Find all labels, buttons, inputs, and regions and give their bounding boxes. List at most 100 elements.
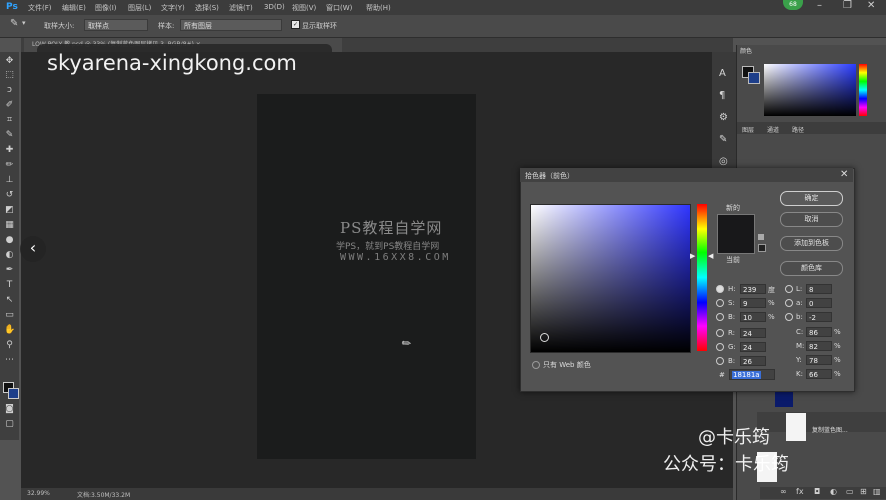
restore-icon[interactable]: ❐ <box>843 0 852 11</box>
sample-select[interactable]: 所有图层 <box>180 19 282 31</box>
eyedropper-icon[interactable]: ✎ <box>4 130 15 141</box>
h-field[interactable]: 239 <box>740 284 766 294</box>
type-tool-icon[interactable]: T <box>4 280 15 291</box>
lasso-tool-icon[interactable]: ↄ <box>4 85 15 96</box>
radio-g[interactable] <box>716 343 724 351</box>
menu-edit[interactable]: 编辑(E) <box>62 3 86 13</box>
hue-slider-right-arrow-icon[interactable]: ◀ <box>708 252 713 260</box>
gamut-warning-icon[interactable] <box>758 234 764 240</box>
panel-background-swatch[interactable] <box>748 72 760 84</box>
quick-mask-icon[interactable]: ◙ <box>4 404 15 415</box>
c-field[interactable]: 86 <box>806 327 832 337</box>
stamp-tool-icon[interactable]: ⊥ <box>4 175 15 186</box>
color-panel-spectrum[interactable] <box>764 64 856 116</box>
layer-name[interactable]: 复制蓝色图... <box>812 425 848 434</box>
s-field[interactable]: 9 <box>740 298 766 308</box>
canvas[interactable] <box>257 94 476 459</box>
sample-size-select[interactable]: 取样点 <box>84 19 148 31</box>
menu-image[interactable]: 图像(I) <box>95 3 117 13</box>
adjustment-panel-icon[interactable]: ◎ <box>719 156 728 167</box>
move-tool-icon[interactable]: ✥ <box>4 56 15 67</box>
gradient-tool-icon[interactable]: ▦ <box>4 220 15 231</box>
color-panel-tab[interactable]: 颜色 <box>740 46 752 55</box>
color-field-marker[interactable] <box>540 333 549 342</box>
link-layers-icon[interactable]: ∞ <box>780 487 787 496</box>
hue-slider[interactable] <box>697 204 707 351</box>
add-to-swatches-button[interactable]: 添加到色板 <box>780 236 843 251</box>
quick-select-tool-icon[interactable]: ✐ <box>4 100 15 111</box>
radio-l[interactable] <box>785 285 793 293</box>
menu-layer[interactable]: 图层(L) <box>128 3 151 13</box>
dodge-tool-icon[interactable]: ◐ <box>4 250 15 261</box>
menu-type[interactable]: 文字(Y) <box>161 3 185 13</box>
k-field[interactable]: 66 <box>806 369 832 379</box>
a-field[interactable]: 0 <box>806 298 832 308</box>
r-field[interactable]: 24 <box>740 328 766 338</box>
y-field[interactable]: 78 <box>806 355 832 365</box>
hue-slider-left-arrow-icon[interactable]: ▶ <box>690 252 695 260</box>
menu-help[interactable]: 帮助(H) <box>366 3 391 13</box>
previous-arrow-icon[interactable]: ‹ <box>20 236 46 262</box>
hex-value[interactable]: 18181a <box>732 371 761 379</box>
mask-icon[interactable]: ◘ <box>814 487 820 496</box>
history-brush-icon[interactable]: ↺ <box>4 190 15 201</box>
tab-paths[interactable]: 路径 <box>792 125 804 134</box>
g-field[interactable]: 24 <box>740 342 766 352</box>
blue-field[interactable]: 26 <box>740 356 766 366</box>
zoom-level[interactable]: 32.99% <box>27 490 50 497</box>
radio-blue[interactable] <box>716 357 724 365</box>
eyedropper-tool-icon[interactable]: ✎ <box>10 18 18 29</box>
healing-tool-icon[interactable]: ✚ <box>4 145 15 156</box>
brush-tool-icon[interactable]: ✏ <box>4 160 15 171</box>
more-tools-icon[interactable]: ⋯ <box>4 355 15 366</box>
tab-channels[interactable]: 通道 <box>767 125 779 134</box>
clone-source-icon[interactable]: ⚙ <box>719 112 728 123</box>
b-field[interactable]: 10 <box>740 312 766 322</box>
brush-panel-icon[interactable]: ✎ <box>719 134 727 145</box>
fx-icon[interactable]: fx <box>796 487 804 496</box>
eraser-tool-icon[interactable]: ◩ <box>4 205 15 216</box>
color-libraries-button[interactable]: 颜色库 <box>780 261 843 276</box>
background-color[interactable] <box>8 388 19 399</box>
color-panel-hue-bar[interactable] <box>859 64 867 116</box>
shape-tool-icon[interactable]: ▭ <box>4 310 15 321</box>
dialog-close-icon[interactable]: ✕ <box>840 169 848 180</box>
character-panel-icon[interactable]: A <box>719 68 726 79</box>
radio-h[interactable] <box>716 285 724 293</box>
paragraph-panel-icon[interactable]: ¶ <box>719 90 725 101</box>
hex-field[interactable]: 18181a <box>729 369 775 380</box>
show-ring-checkbox[interactable]: ✓ <box>291 20 300 29</box>
pen-tool-icon[interactable]: ✒ <box>4 265 15 276</box>
menu-select[interactable]: 选择(S) <box>195 3 219 13</box>
marquee-tool-icon[interactable]: ⬚ <box>4 70 15 81</box>
cancel-button[interactable]: 取消 <box>780 212 843 227</box>
menu-view[interactable]: 视图(V) <box>292 3 316 13</box>
path-select-icon[interactable]: ↖ <box>4 295 15 306</box>
web-safe-cube-icon[interactable] <box>758 244 766 252</box>
web-only-checkbox[interactable] <box>532 361 540 369</box>
color-field[interactable] <box>530 204 691 353</box>
menu-filter[interactable]: 滤镜(T) <box>229 3 253 13</box>
m-field[interactable]: 82 <box>806 341 832 351</box>
zoom-tool-icon[interactable]: ⚲ <box>4 340 15 351</box>
radio-s[interactable] <box>716 299 724 307</box>
menu-window[interactable]: 窗口(W) <box>326 3 352 13</box>
crop-tool-icon[interactable]: ⌗ <box>4 115 15 126</box>
close-icon[interactable]: ✕ <box>867 0 875 11</box>
tab-layers[interactable]: 图层 <box>742 125 754 134</box>
menu-file[interactable]: 文件(F) <box>28 3 52 13</box>
adjustment-icon[interactable]: ◐ <box>830 487 837 496</box>
new-layer-icon[interactable]: ⊞ <box>860 487 867 496</box>
hand-tool-icon[interactable]: ✋ <box>4 325 15 336</box>
layer-thumbnail-white[interactable] <box>786 413 806 441</box>
layer-thumbnail-blue[interactable] <box>775 391 793 407</box>
menu-3d[interactable]: 3D(D) <box>264 3 285 11</box>
radio-lab-b[interactable] <box>785 313 793 321</box>
radio-b[interactable] <box>716 313 724 321</box>
trash-icon[interactable]: ▥ <box>873 487 881 496</box>
group-icon[interactable]: ▭ <box>846 487 854 496</box>
screen-mode-icon[interactable]: ▢ <box>4 419 15 430</box>
radio-r[interactable] <box>716 329 724 337</box>
l-field[interactable]: 8 <box>806 284 832 294</box>
radio-a[interactable] <box>785 299 793 307</box>
